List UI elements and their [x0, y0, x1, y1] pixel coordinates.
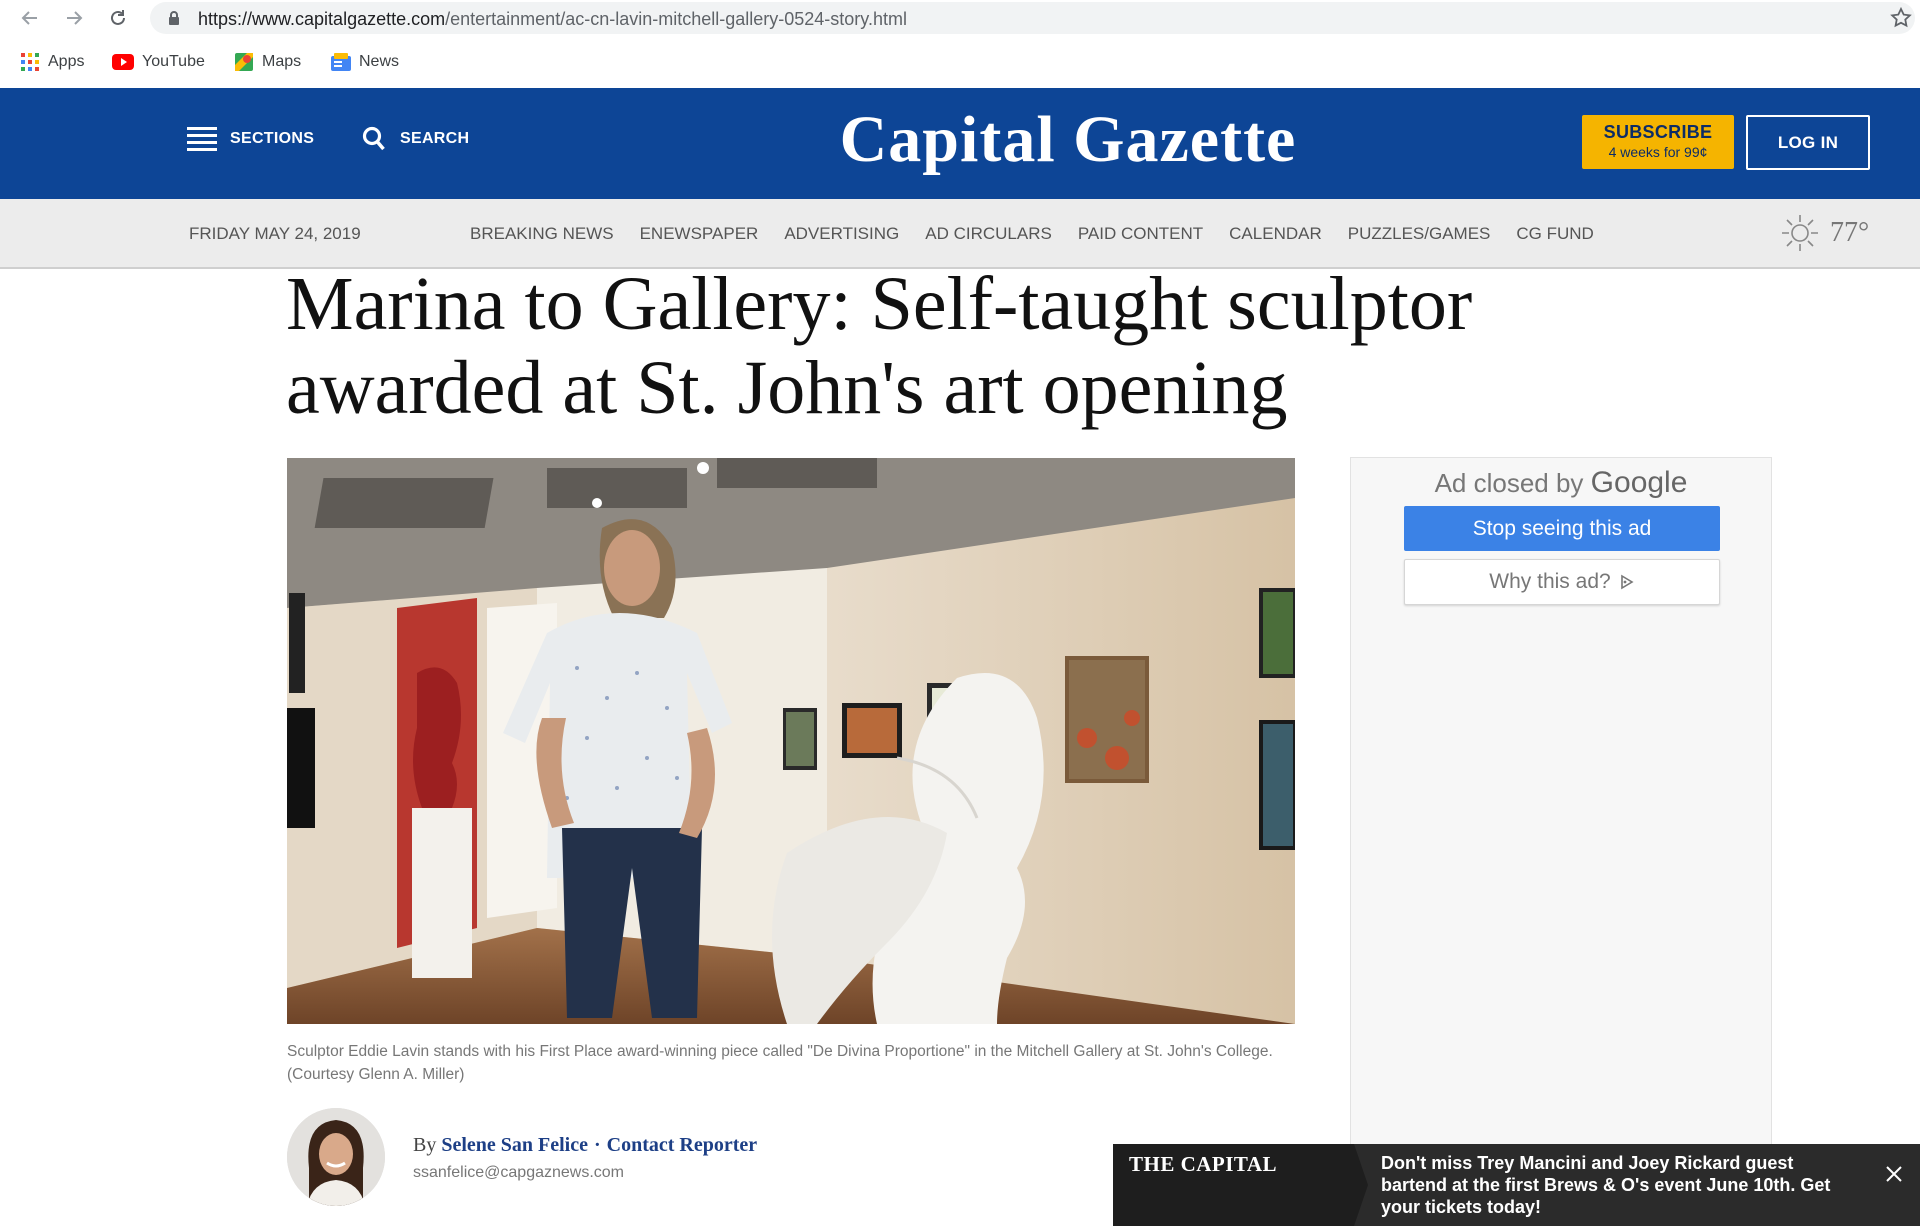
bookmark-star-icon[interactable] [1889, 6, 1913, 30]
byline-separator: · [593, 1134, 601, 1156]
bookmark-label: Apps [48, 53, 85, 70]
url-text: https://www.capitalgazette.com/entertain… [198, 9, 907, 30]
google-wordmark: Google [1590, 466, 1688, 499]
sun-icon [1782, 215, 1818, 251]
promo-message: Don't miss Trey Mancini and Joey Rickard… [1381, 1153, 1831, 1217]
section-nav-bar: FRIDAY MAY 24, 2019 BREAKING NEWS ENEWSP… [0, 199, 1920, 269]
bookmark-youtube[interactable]: YouTube [112, 50, 205, 74]
close-icon [1886, 1166, 1902, 1182]
nav-link-cg-fund[interactable]: CG FUND [1516, 224, 1593, 244]
contact-reporter-link[interactable]: Contact Reporter [607, 1134, 758, 1156]
subscribe-offer: 4 weeks for 99¢ [1608, 144, 1708, 160]
promo-banner[interactable]: THE CAPITAL Don't miss Trey Mancini and … [1113, 1144, 1920, 1226]
nav-link-advertising[interactable]: ADVERTISING [784, 224, 899, 244]
byline-prefix: By [413, 1134, 437, 1156]
article-headline: Marina to Gallery: Self-taught sculptor … [286, 262, 1473, 430]
site-logo-text: Capital Gazette [839, 103, 1297, 176]
section-links: BREAKING NEWS ENEWSPAPER ADVERTISING AD … [470, 224, 1620, 244]
address-bar[interactable]: https://www.capitalgazette.com/entertain… [150, 2, 1915, 34]
promo-arrow [1354, 1144, 1368, 1226]
photo-caption: Sculptor Eddie Lavin stands with his Fir… [287, 1043, 1273, 1083]
bookmark-news[interactable]: News [331, 50, 399, 74]
nav-link-enewspaper[interactable]: ENEWSPAPER [640, 224, 759, 244]
author-link[interactable]: Selene San Felice [441, 1134, 588, 1156]
gallery-photo-illustration [287, 458, 1295, 1024]
reload-icon [111, 10, 125, 25]
subscribe-label: SUBSCRIBE [1603, 122, 1713, 142]
bookmark-maps[interactable]: Maps [234, 50, 301, 74]
browser-address-bar-row: https://www.capitalgazette.com/entertain… [0, 0, 1920, 36]
apps-grid-icon [21, 53, 39, 71]
news-icon [331, 53, 351, 71]
nav-link-calendar[interactable]: CALENDAR [1229, 224, 1322, 244]
author-email[interactable]: ssanfelice@capgaznews.com [413, 1164, 624, 1182]
ad-closed-notice: Ad closed by Google [1351, 466, 1771, 500]
site-masthead: SECTIONS SEARCH Capital Gazette SUBSCRIB… [0, 88, 1920, 199]
temperature: 77° [1830, 217, 1870, 248]
arrow-right-icon [67, 11, 83, 25]
arrow-left-icon [21, 11, 37, 25]
nav-link-ad-circulars[interactable]: AD CIRCULARS [925, 224, 1052, 244]
forward-button[interactable] [60, 4, 88, 32]
nav-link-paid-content[interactable]: PAID CONTENT [1078, 224, 1203, 244]
current-date: FRIDAY MAY 24, 2019 [189, 224, 361, 243]
url-path: /entertainment/ac-cn-lavin-mitchell-gall… [445, 9, 907, 29]
weather-widget[interactable]: 77° [1780, 213, 1869, 253]
author-avatar[interactable] [287, 1108, 385, 1206]
promo-close-button[interactable] [1882, 1162, 1906, 1186]
byline-text: By Selene San Felice · Contact Reporter [413, 1134, 757, 1157]
ad-panel: Ad closed by Google Stop seeing this ad … [1350, 457, 1772, 1226]
stop-seeing-ad-button[interactable]: Stop seeing this ad [1404, 506, 1720, 551]
promo-brand: THE CAPITAL [1129, 1152, 1278, 1176]
nav-link-breaking-news[interactable]: BREAKING NEWS [470, 224, 614, 244]
bookmark-apps[interactable]: Apps [20, 50, 84, 74]
subscribe-button[interactable]: SUBSCRIBE 4 weeks for 99¢ [1582, 115, 1734, 169]
bookmark-label: Maps [262, 53, 302, 70]
reload-button[interactable] [104, 4, 132, 32]
back-button[interactable] [16, 4, 44, 32]
bookmark-label: News [359, 53, 400, 70]
bookmarks-bar: Apps YouTube Maps News [0, 44, 1920, 80]
nav-link-puzzles-games[interactable]: PUZZLES/GAMES [1348, 224, 1491, 244]
bookmark-label: YouTube [142, 53, 205, 70]
youtube-icon [112, 54, 134, 70]
lock-icon [169, 11, 179, 25]
login-button[interactable]: LOG IN [1746, 115, 1870, 170]
author-portrait [287, 1108, 385, 1206]
maps-icon [235, 53, 253, 71]
url-host: https://www.capitalgazette.com [198, 9, 446, 29]
adchoices-icon [1620, 574, 1634, 590]
ad-closed-text: Ad closed by [1434, 468, 1584, 498]
why-this-ad-button[interactable]: Why this ad? [1404, 559, 1720, 605]
why-this-ad-label: Why this ad? [1489, 570, 1611, 593]
article-lead-photo[interactable] [287, 458, 1295, 1024]
